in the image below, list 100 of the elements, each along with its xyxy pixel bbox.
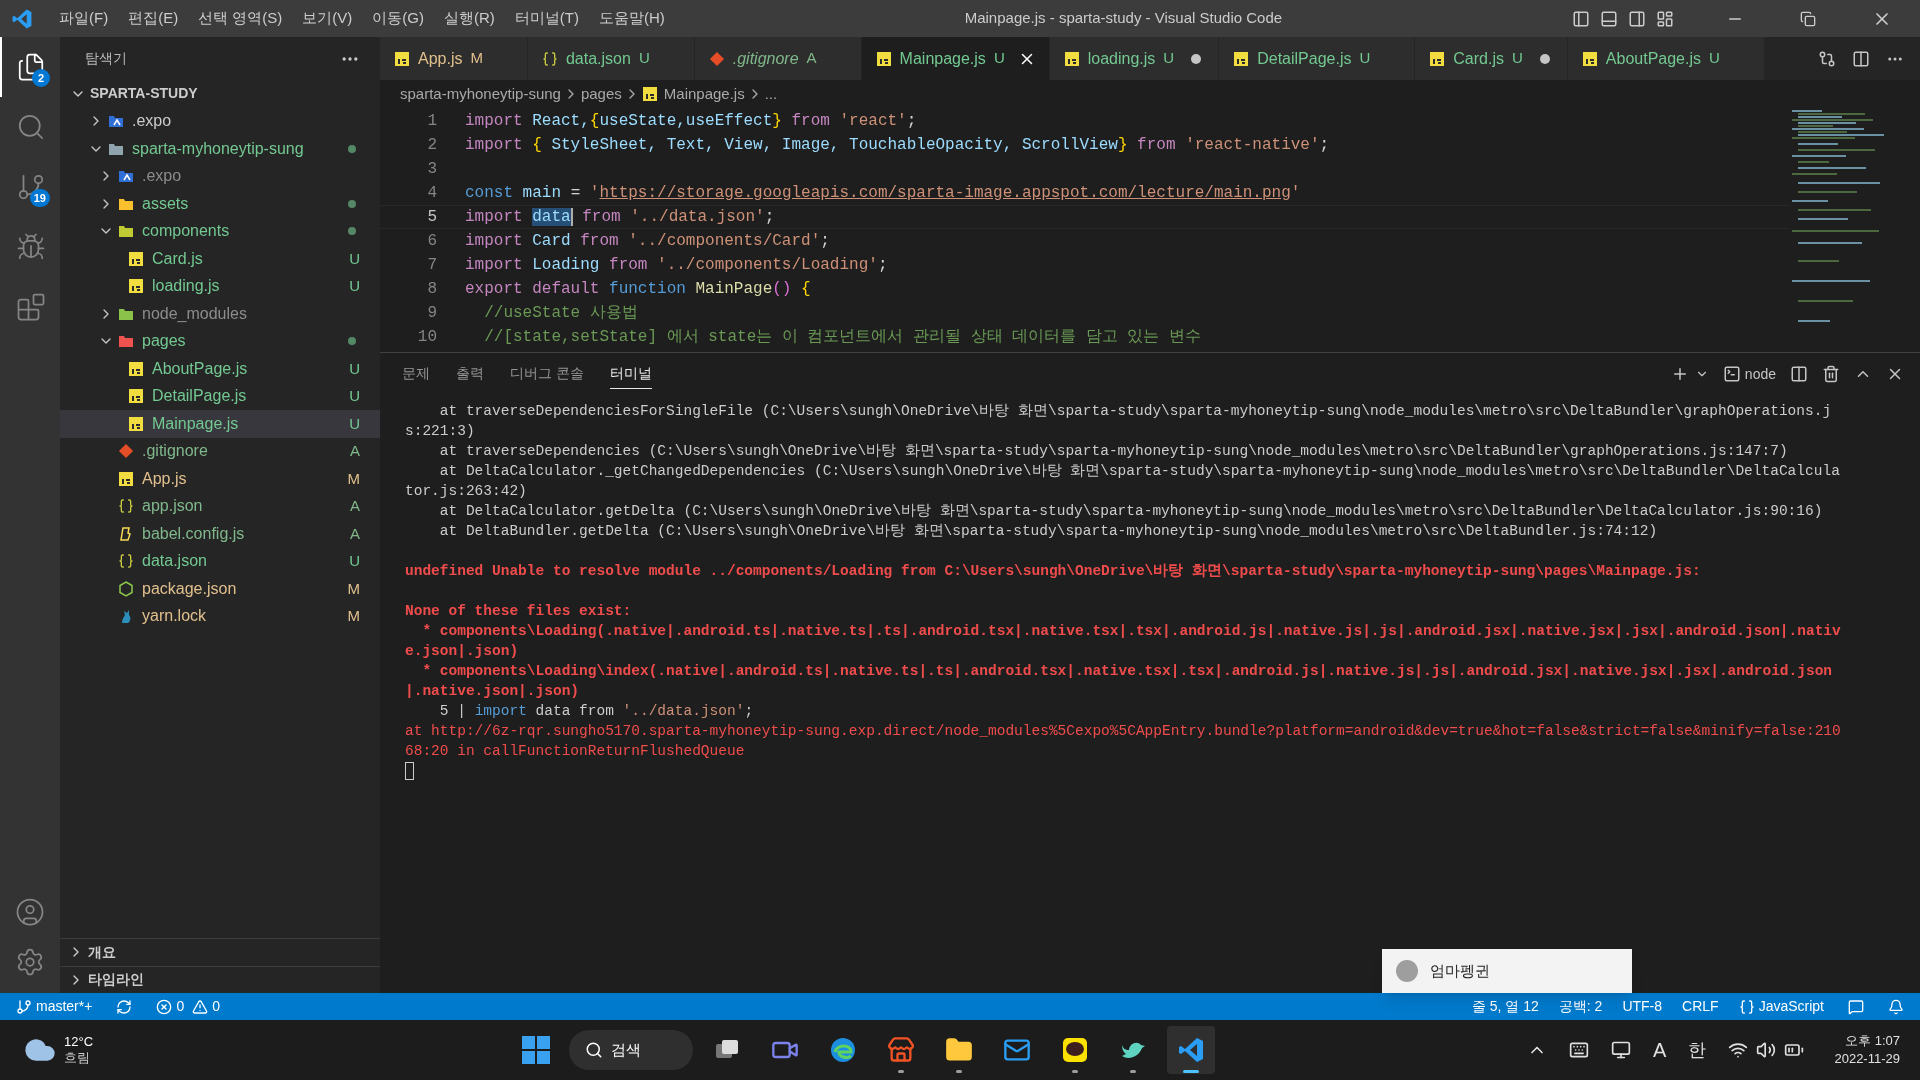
trash-icon[interactable] (1822, 365, 1840, 383)
menu-item[interactable]: 파일(F) (49, 7, 119, 30)
tree-item[interactable]: babel.config.js A (60, 520, 380, 548)
editor-tab[interactable]: AboutPage.js U (1567, 37, 1765, 80)
tree-item[interactable]: .expo (60, 162, 380, 190)
status-item[interactable]: CRLF (1672, 996, 1729, 1017)
menu-item[interactable]: 실행(R) (434, 7, 505, 30)
menu-item[interactable]: 도움말(H) (589, 7, 675, 30)
sync-icon[interactable] (116, 998, 133, 1015)
git-status: U (349, 386, 360, 406)
git-status: M (347, 606, 360, 626)
tree-item[interactable]: App.js M (60, 465, 380, 493)
restore-icon[interactable] (1800, 10, 1816, 27)
taskbar-search[interactable]: 검색 (568, 1030, 693, 1070)
compare-icon[interactable] (1818, 49, 1836, 68)
breadcrumb-item[interactable]: sparta-myhoneytip-sung (400, 82, 561, 106)
search-icon (584, 1041, 603, 1059)
breadcrumb-item[interactable]: Mainpage.js (663, 82, 745, 106)
tree-item[interactable]: package.json M (60, 575, 380, 603)
tree-item[interactable]: AboutPage.js U (60, 355, 380, 383)
js-file-icon (875, 50, 892, 67)
split-terminal-icon[interactable] (1790, 365, 1808, 383)
editor-tab[interactable]: DetailPage.js U (1219, 37, 1416, 80)
settings-icon[interactable] (15, 947, 45, 977)
git-status: M (347, 578, 360, 599)
account-icon[interactable] (15, 897, 45, 927)
tab-label: Mainpage.js (899, 48, 986, 69)
input-mode[interactable]: A (1653, 1035, 1667, 1065)
folder-icon (118, 333, 134, 350)
tree-header[interactable]: SPARTA-STUDY (60, 80, 380, 108)
folder-icon (118, 223, 134, 240)
windows-logo-icon[interactable] (520, 1035, 551, 1065)
breadcrumb-item[interactable]: pages (580, 82, 622, 106)
clock[interactable]: 오후 1:07 2022-11-29 (1834, 1032, 1900, 1068)
tree-item[interactable]: node_modules (60, 300, 380, 328)
menu-item[interactable]: 보기(V) (292, 7, 363, 30)
keyboard-icon[interactable] (1569, 1040, 1590, 1060)
menu-item[interactable]: 터미널(T) (504, 7, 589, 30)
tree-item[interactable]: DetailPage.js U (60, 382, 380, 410)
notification-title: 엄마펭귄 (1430, 960, 1490, 981)
status-item[interactable]: 줄 5, 열 12 (1461, 996, 1549, 1017)
terminal-selector[interactable]: node (1722, 363, 1776, 385)
error-line: None of these files exist: (405, 602, 633, 621)
panel-left-icon[interactable] (1572, 9, 1590, 28)
weather-widget[interactable]: 12°C 흐림 (0, 1034, 300, 1066)
activity-button[interactable]: 19 (0, 157, 60, 217)
folder-icon (108, 113, 124, 130)
panel-bottom-icon[interactable] (1600, 9, 1618, 28)
branch-button[interactable]: master*+ (16, 996, 93, 1017)
file-name: node_modules (142, 303, 248, 324)
tree-item[interactable]: .expo (60, 107, 380, 135)
section-header[interactable]: 개요 (60, 938, 380, 966)
breadcrumb-item[interactable]: ... (764, 82, 778, 106)
git-status: A (350, 523, 360, 544)
file-name: .expo (142, 166, 183, 187)
tree-item[interactable]: sparta-myhoneytip-sung (60, 135, 380, 163)
volume-icon[interactable] (1756, 1040, 1777, 1060)
language-mode[interactable]: JavaScript (1728, 996, 1834, 1017)
tree-item[interactable]: loading.js U (60, 272, 380, 300)
braces-icon (1738, 998, 1755, 1015)
tree-item[interactable]: data.json U (60, 547, 380, 575)
editor-tab[interactable]: .gitignore A (694, 37, 862, 80)
panel-tab[interactable]: 출력 (456, 359, 484, 389)
babel-file-icon (118, 525, 134, 542)
status-item[interactable]: UTF-8 (1612, 996, 1673, 1017)
code-line: const main = 'https://storage.googleapis.com/sparta-image.appspot.com/lecture/main.png' (465, 183, 1301, 204)
bell-icon[interactable] (1888, 998, 1904, 1015)
panel-tab[interactable]: 디버그 콘솔 (510, 359, 584, 389)
editor-tab[interactable]: data.json U (527, 37, 695, 80)
tree-item[interactable]: Card.js U (60, 245, 380, 273)
editor-tab[interactable]: Card.js U (1415, 37, 1568, 80)
split-editor-icon[interactable] (1852, 49, 1870, 68)
editor-tab[interactable]: Mainpage.js U (861, 37, 1050, 80)
wifi-icon[interactable] (1728, 1040, 1749, 1060)
editor-tab[interactable]: loading.js U (1049, 37, 1220, 80)
panel-tab[interactable]: 터미널 (609, 359, 652, 389)
tree-item[interactable]: pages (60, 327, 380, 355)
menu-item[interactable]: 편집(E) (118, 7, 189, 30)
tree-item[interactable]: app.json A (60, 492, 380, 520)
menu-item[interactable]: 선택 영역(S) (188, 7, 293, 30)
tree-item[interactable]: components (60, 217, 380, 245)
panel-tab[interactable]: 문제 (402, 359, 430, 389)
tree-item[interactable]: yarn.lock M (60, 602, 380, 630)
taskbar-app[interactable] (1166, 1026, 1215, 1074)
tree-item[interactable]: assets (60, 190, 380, 218)
menu-item[interactable]: 이동(G) (362, 7, 434, 30)
input-language[interactable]: 한 (1688, 1036, 1707, 1064)
git-status: U (638, 48, 650, 69)
notification-toast[interactable]: 엄마펭귄 (1382, 949, 1632, 993)
editor-tab[interactable]: App.js M (380, 37, 528, 80)
problems-button[interactable]: 0 0 (156, 996, 220, 1017)
panel-right-icon[interactable] (1628, 9, 1646, 28)
line-number: 3 (426, 159, 437, 180)
layout-icon[interactable] (1656, 9, 1674, 28)
error-icon (156, 998, 173, 1015)
tree-item[interactable]: .gitignore A (60, 437, 380, 465)
status-item[interactable]: 공백: 2 (1548, 996, 1613, 1017)
tree-item[interactable]: Mainpage.js U (60, 410, 380, 438)
monitor-icon[interactable] (1611, 1040, 1632, 1060)
feedback-icon[interactable] (1848, 998, 1864, 1015)
